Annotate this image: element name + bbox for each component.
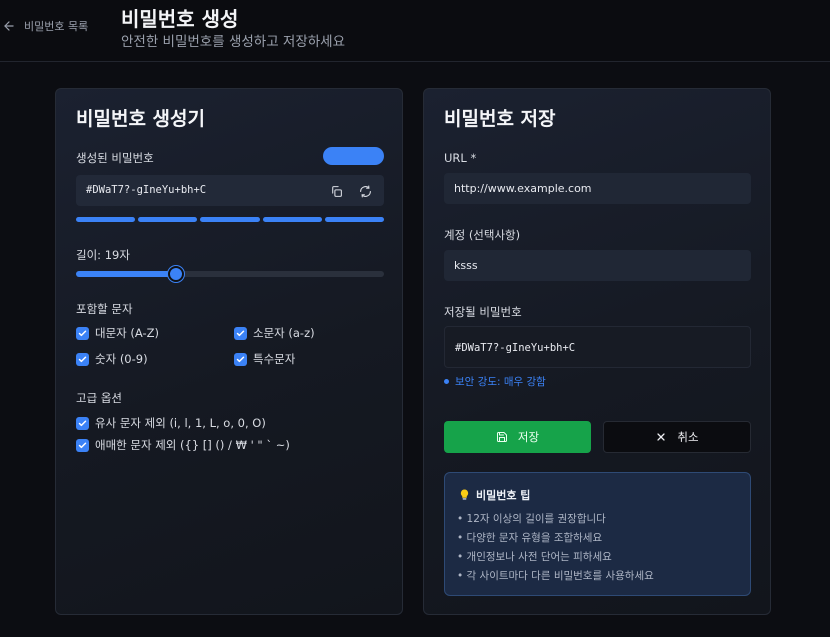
arrow-left-icon (4, 21, 14, 31)
save-title: 비밀번호 저장 (444, 108, 556, 130)
tip-item: • 개인정보나 사전 단어는 피하세요 (457, 551, 612, 563)
page-subtitle: 안전한 비밀번호를 생성하고 저장하세요 (121, 34, 346, 50)
numbers-checkbox[interactable]: 숫자 (0-9) (76, 351, 148, 367)
checkbox-box[interactable] (76, 352, 89, 366)
page-title: 비밀번호 생성 (121, 7, 239, 31)
status-dot (444, 379, 449, 384)
strength-segment (76, 217, 136, 222)
save-card: 비밀번호 저장 URL * http://www.example.com 계정 … (423, 88, 771, 615)
check-icon (236, 330, 245, 336)
saved-password-field: #DWaT7?-gIneYu+bh+C (444, 326, 751, 368)
copy-button[interactable] (328, 183, 344, 199)
generated-password-text: #DWaT7?-gIneYu+bh+C (86, 184, 207, 196)
url-value: http://www.example.com (454, 182, 592, 195)
saved-password-label: 저장될 비밀번호 (444, 305, 522, 319)
check-icon (78, 330, 87, 336)
strength-segment (262, 217, 322, 222)
account-value: ksss (454, 259, 478, 272)
generate-toggle[interactable] (323, 147, 384, 165)
length-label: 길이: 19자 (76, 248, 130, 262)
close-icon (657, 433, 666, 441)
cancel-button[interactable]: 취소 (603, 421, 751, 453)
security-strength: 보안 강도: 매우 강함 (444, 374, 546, 389)
url-label: URL * (444, 151, 477, 165)
uppercase-label: 대문자 (A-Z) (95, 326, 160, 340)
symbols-checkbox[interactable]: 특수문자 (234, 351, 295, 367)
symbols-label: 특수문자 (253, 352, 296, 366)
generator-card: 비밀번호 생성기 생성된 비밀번호 #DWaT7?-gIneYu+bh+C 길이… (55, 88, 403, 615)
tips-title: 비밀번호 팁 (459, 487, 530, 503)
checkbox-box[interactable] (234, 326, 247, 340)
tip-item: • 다양한 문자 유형을 조합하세요 (457, 532, 603, 544)
length-slider[interactable] (76, 266, 384, 282)
tips-panel: 비밀번호 팁 • 12자 이상의 길이를 권장합니다 • 다양한 문자 유형을 … (444, 472, 751, 596)
generated-password-field[interactable]: #DWaT7?-gIneYu+bh+C (76, 175, 384, 206)
include-chars-label: 포함할 문자 (76, 302, 133, 316)
page-header: 비밀번호 목록 비밀번호 생성 안전한 비밀번호를 생성하고 저장하세요 (0, 0, 830, 62)
save-icon (496, 432, 507, 442)
generator-title: 비밀번호 생성기 (76, 108, 205, 130)
save-button[interactable]: 저장 (444, 421, 591, 453)
strength-segment (138, 217, 198, 222)
lightbulb-icon (460, 489, 469, 500)
saved-password-value: #DWaT7?-gIneYu+bh+C (455, 342, 576, 354)
uppercase-checkbox[interactable]: 대문자 (A-Z) (76, 325, 159, 341)
generated-password-label: 생성된 비밀번호 (76, 151, 154, 165)
tip-item: • 각 사이트마다 다른 비밀번호를 사용하세요 (457, 570, 654, 582)
check-icon (78, 420, 87, 426)
strength-segment (200, 217, 260, 222)
lowercase-label: 소문자 (a-z) (253, 326, 315, 340)
exclude-ambiguous-label: 애매한 문자 제외 ({} [] () / ₩ ' " ` ~) (95, 438, 290, 452)
save-button-label: 저장 (517, 430, 540, 444)
exclude-ambiguous-checkbox[interactable]: 애매한 문자 제외 ({} [] () / ₩ ' " ` ~) (76, 437, 290, 453)
slider-thumb[interactable] (168, 266, 185, 282)
check-icon (236, 356, 245, 362)
check-icon (78, 356, 87, 362)
back-link[interactable]: 비밀번호 목록 (2, 17, 88, 35)
strength-segment (324, 217, 385, 222)
checkbox-box[interactable] (76, 438, 89, 452)
strength-meter (76, 217, 385, 222)
exclude-similar-checkbox[interactable]: 유사 문자 제외 (i, l, 1, L, o, 0, O) (76, 415, 266, 431)
account-label: 계정 (선택사항) (444, 228, 521, 242)
refresh-icon (359, 185, 371, 197)
account-input[interactable]: ksss (444, 250, 751, 281)
url-input[interactable]: http://www.example.com (444, 173, 751, 204)
copy-icon (331, 185, 342, 197)
regenerate-button[interactable] (357, 183, 373, 199)
slider-fill (76, 271, 177, 277)
checkbox-box[interactable] (234, 352, 247, 366)
check-icon (78, 442, 87, 448)
security-strength-text: 보안 강도: 매우 강함 (455, 376, 546, 388)
cancel-button-label: 취소 (677, 430, 699, 444)
tips-title-text: 비밀번호 팁 (476, 489, 531, 502)
checkbox-box[interactable] (76, 416, 89, 430)
back-link-label: 비밀번호 목록 (24, 20, 89, 33)
lowercase-checkbox[interactable]: 소문자 (a-z) (234, 325, 315, 341)
numbers-label: 숫자 (0-9) (95, 352, 148, 366)
advanced-options-label: 고급 옵션 (76, 391, 122, 405)
exclude-similar-label: 유사 문자 제외 (i, l, 1, L, o, 0, O) (95, 416, 266, 430)
tip-item: • 12자 이상의 길이를 권장합니다 (457, 513, 606, 525)
checkbox-box[interactable] (76, 326, 89, 340)
